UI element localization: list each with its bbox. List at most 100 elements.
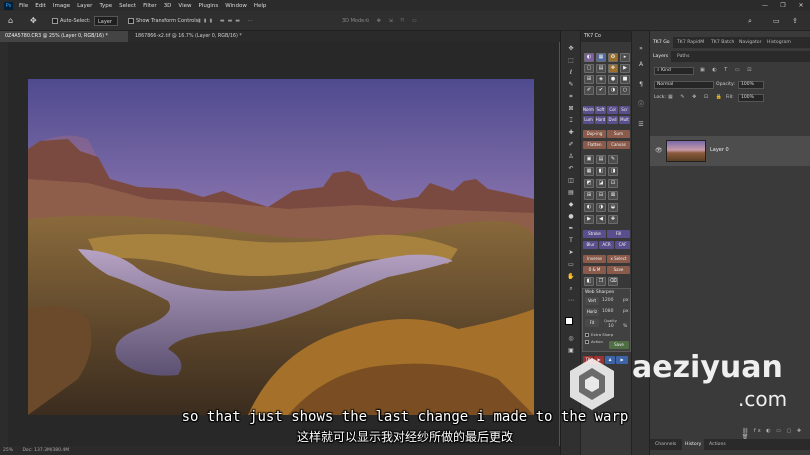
foreground-color-swatch[interactable] bbox=[565, 317, 573, 325]
gradient-icon[interactable]: ▤ bbox=[566, 189, 576, 196]
tab-tk7-rapidm[interactable]: TK7 RapidM bbox=[674, 37, 707, 48]
tk-dot-icon[interactable]: ● bbox=[608, 75, 618, 84]
crop-icon[interactable]: ⌗ bbox=[566, 93, 576, 100]
tab-tk7-go[interactable]: TK7 Go bbox=[650, 37, 673, 48]
tk-copy-icon[interactable]: ❐ bbox=[596, 277, 606, 286]
align-icons[interactable]: ▮▮▮ ▬▬▬ ⋯ bbox=[198, 16, 256, 26]
tk-doc-icon[interactable]: ▤ bbox=[596, 64, 606, 73]
menu-file[interactable]: File bbox=[19, 3, 28, 9]
lock-icons[interactable]: ▦ ✎ ✥ ⊡ 🔒 bbox=[668, 94, 725, 100]
tk-x-select-button[interactable]: x Select bbox=[607, 255, 630, 263]
zoom-level[interactable]: 25% bbox=[3, 448, 13, 453]
tk-tool-icon-4[interactable]: ▦ bbox=[584, 167, 594, 176]
tab-doc-1[interactable]: 0Z4A5780.CR3 @ 25% (Layer 0, RGB/16) * bbox=[0, 31, 128, 42]
menu-image[interactable]: Image bbox=[53, 3, 70, 9]
frame-icon[interactable]: ⊠ bbox=[566, 105, 576, 112]
screen-mode-icon[interactable]: ▣ bbox=[566, 347, 576, 354]
tk-circle-icon[interactable]: ○ bbox=[620, 86, 630, 95]
tk-trash-icon[interactable]: ⌫ bbox=[608, 277, 618, 286]
tk-tool-icon-8[interactable]: ◪ bbox=[596, 179, 606, 188]
tk-tool-icon-6[interactable]: ◨ bbox=[608, 167, 618, 176]
pen-icon[interactable]: ✒ bbox=[566, 225, 576, 232]
tk-forward-icon[interactable]: ▶ bbox=[616, 356, 628, 364]
tk-save-button[interactable]: Save bbox=[607, 266, 630, 274]
tk-tool-icon-18[interactable]: ✚ bbox=[608, 215, 618, 224]
menu-edit[interactable]: Edit bbox=[35, 3, 46, 9]
menu-layer[interactable]: Layer bbox=[77, 3, 92, 9]
search-icon[interactable]: ⌕ bbox=[748, 16, 752, 26]
tk-tool-icon-14[interactable]: ◑ bbox=[596, 203, 606, 212]
character-panel-icon[interactable]: A bbox=[636, 61, 646, 68]
tk-soft-button[interactable]: Soft bbox=[595, 106, 606, 114]
home-icon[interactable]: ⌂ bbox=[8, 16, 13, 26]
horiz-value[interactable]: 1080 bbox=[602, 309, 613, 314]
tk-inverse-button[interactable]: Inverse bbox=[583, 255, 606, 263]
menu-plugins[interactable]: Plugins bbox=[198, 3, 218, 9]
path-select-icon[interactable]: ➤ bbox=[566, 249, 576, 256]
tk-fill-button[interactable]: Fill bbox=[607, 230, 630, 238]
maximize-button[interactable]: ❐ bbox=[774, 0, 792, 11]
auto-select-dropdown[interactable]: Layer bbox=[94, 16, 118, 26]
tk-square-icon[interactable]: ■ bbox=[620, 75, 630, 84]
menu-filter[interactable]: Filter bbox=[143, 3, 157, 9]
type-icon[interactable]: T bbox=[566, 237, 576, 244]
menu-window[interactable]: Window bbox=[225, 3, 247, 9]
menu-view[interactable]: View bbox=[178, 3, 191, 9]
tk-luminosity-icon[interactable]: ◐ bbox=[584, 53, 594, 62]
tab-paths[interactable]: Paths bbox=[674, 51, 693, 62]
tk-tool-icon-5[interactable]: ◧ bbox=[596, 167, 606, 176]
tk-tool-icon-11[interactable]: ⊟ bbox=[596, 191, 606, 200]
layer-name[interactable]: Layer 0 bbox=[710, 147, 729, 153]
tk-tool-icon-7[interactable]: ◩ bbox=[584, 179, 594, 188]
action-checkbox[interactable]: Action bbox=[585, 339, 603, 344]
tk-brush-icon[interactable]: ✐ bbox=[584, 86, 594, 95]
tk-hard-button[interactable]: Hard bbox=[595, 116, 606, 124]
tk-half-icon[interactable]: ◑ bbox=[608, 86, 618, 95]
fit-button[interactable]: Fit bbox=[585, 319, 599, 327]
fill-field[interactable]: 100% bbox=[738, 94, 764, 102]
auto-select-checkbox[interactable]: Auto-Select: bbox=[52, 16, 91, 26]
tk-tool-icon-10[interactable]: ⊞ bbox=[584, 191, 594, 200]
tab-tk7-batch[interactable]: TK7 Batch bbox=[708, 37, 737, 48]
eyedropper-icon[interactable]: ⌶ bbox=[566, 117, 576, 124]
blur-icon[interactable]: ◆ bbox=[566, 201, 576, 208]
tk-norm-button[interactable]: Norm bbox=[583, 106, 594, 114]
tk-cube-icon[interactable]: ◈ bbox=[596, 75, 606, 84]
menu-select[interactable]: Select bbox=[119, 3, 136, 9]
menu-help[interactable]: Help bbox=[254, 3, 267, 9]
tk-grid-icon[interactable]: ⊞ bbox=[584, 75, 594, 84]
tk-move-icon[interactable]: ✥ bbox=[608, 64, 618, 73]
vert-button[interactable]: Vert bbox=[585, 297, 599, 305]
eraser-icon[interactable]: ◫ bbox=[566, 177, 576, 184]
tk-target-icon[interactable]: ✪ bbox=[608, 53, 618, 62]
close-button[interactable]: ✕ bbox=[792, 0, 810, 11]
panel-collapse-icon[interactable]: » bbox=[636, 45, 646, 52]
horiz-button[interactable]: Horiz bbox=[585, 308, 599, 316]
dodge-icon[interactable]: ● bbox=[566, 213, 576, 220]
tab-doc-2[interactable]: 1867866-x2.tif @ 16.7% (Layer 0, RGB/16)… bbox=[130, 31, 270, 42]
vert-value[interactable]: 1200 bbox=[602, 298, 613, 303]
menu-type[interactable]: Type bbox=[99, 3, 112, 9]
tk-col-button[interactable]: Col bbox=[607, 106, 618, 114]
tk-check-icon[interactable]: ✔ bbox=[596, 86, 606, 95]
tk-tool-icon-12[interactable]: ⊠ bbox=[608, 191, 618, 200]
minimize-button[interactable]: — bbox=[756, 0, 774, 11]
layer-row[interactable]: 👁 Layer 0 bbox=[650, 136, 810, 166]
tk-tool-icon-15[interactable]: ◒ bbox=[608, 203, 618, 212]
quick-mask-icon[interactable]: ◎ bbox=[566, 335, 576, 342]
tk-mult-button[interactable]: Mult bbox=[619, 116, 630, 124]
3d-mode-icons[interactable]: ⟲ ✥ ⇲ ⤧ ▭ bbox=[365, 16, 420, 26]
extra-sharp-checkbox[interactable]: Extra Sharp bbox=[585, 332, 613, 337]
transform-controls-checkbox[interactable]: Show Transform Controls bbox=[128, 16, 198, 26]
move-icon[interactable]: ✥ bbox=[566, 45, 576, 52]
web-sharpen-save-button[interactable]: Save bbox=[609, 341, 629, 349]
tk-stroke-button[interactable]: Stroke bbox=[583, 230, 606, 238]
tk-dvd-button[interactable]: Dvd bbox=[607, 116, 618, 124]
landscape-photo[interactable] bbox=[28, 79, 534, 415]
stamp-icon[interactable]: ♙ bbox=[566, 153, 576, 160]
tk-tool-icon-9[interactable]: ⊡ bbox=[608, 179, 618, 188]
zoom-icon[interactable]: ⌕ bbox=[566, 285, 576, 292]
menu-3d[interactable]: 3D bbox=[164, 3, 172, 9]
tab-navigator[interactable]: Navigator bbox=[736, 37, 764, 48]
tab-layers[interactable]: Layers bbox=[650, 51, 672, 62]
